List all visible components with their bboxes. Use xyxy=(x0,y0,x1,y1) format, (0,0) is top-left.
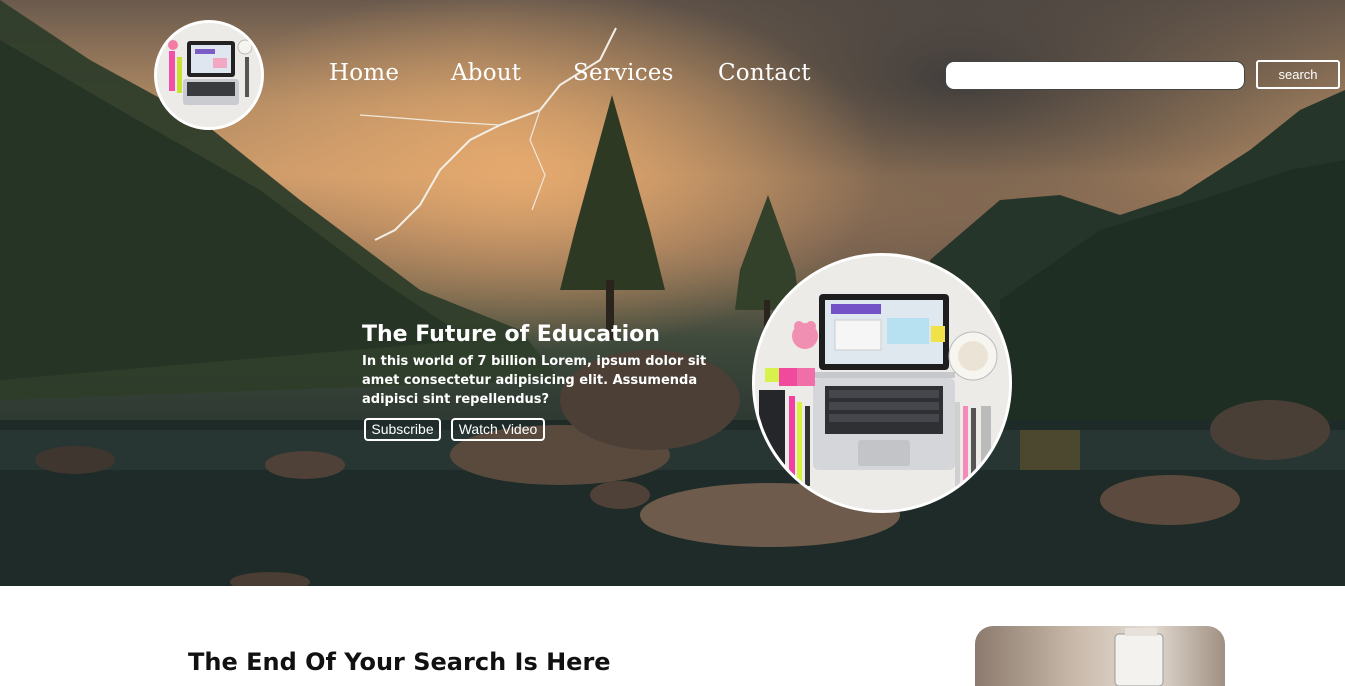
search-input[interactable] xyxy=(945,61,1245,90)
section-heading: The End Of Your Search Is Here xyxy=(188,648,611,676)
hero-title: The Future of Education xyxy=(362,322,660,347)
nav-link-home[interactable]: Home xyxy=(329,60,399,86)
site-logo[interactable] xyxy=(154,20,264,130)
nav-link-contact[interactable]: Contact xyxy=(718,60,811,86)
watch-video-button[interactable]: Watch Video xyxy=(451,418,545,441)
nav-link-services[interactable]: Services xyxy=(573,60,674,86)
hero-laptop-image xyxy=(752,253,1012,513)
coffee-cup-illustration xyxy=(1114,628,1164,686)
search-button[interactable]: search xyxy=(1256,60,1340,89)
nav-link-about[interactable]: About xyxy=(451,60,521,86)
laptop-logo-icon xyxy=(157,23,261,127)
hero-description: In this world of 7 billion Lorem, ipsum … xyxy=(362,354,707,407)
subscribe-button[interactable]: Subscribe xyxy=(364,418,441,441)
section-image xyxy=(975,626,1225,686)
laptop-desk-illustration xyxy=(755,256,1009,510)
